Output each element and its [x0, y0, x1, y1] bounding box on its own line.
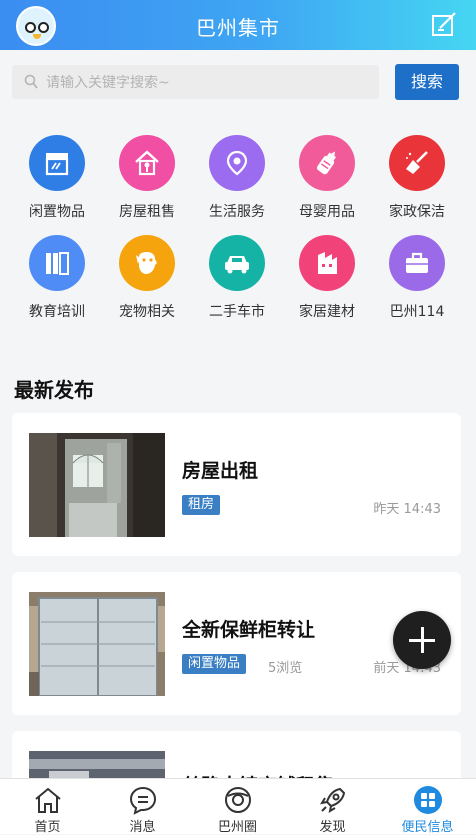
listing-title: 房屋出租	[182, 460, 259, 482]
page-title: 巴州集市	[196, 16, 280, 40]
category-icon-bg	[299, 235, 355, 291]
category-label: 宠物相关	[119, 304, 175, 320]
category-icon-bg	[209, 135, 265, 191]
listing-tag: 租房	[182, 495, 221, 515]
category-used-cars[interactable]: 二手车市	[192, 230, 282, 320]
category-label: 生活服务	[209, 204, 265, 220]
nav-item-home[interactable]: 首页	[0, 779, 95, 835]
compose-icon[interactable]	[430, 10, 458, 38]
category-label: 教育培训	[29, 304, 85, 320]
category-icon-bg	[299, 135, 355, 191]
latest-section-title: 最新发布	[14, 378, 94, 402]
category-icon-bg	[29, 135, 85, 191]
bottom-nav: 首页 消息 巴州圈 发现 便民信息	[0, 778, 476, 835]
nav-item-bazhou-circle[interactable]: 巴州圈	[190, 779, 285, 835]
category-housing[interactable]: 房屋租售	[102, 130, 192, 220]
dog-icon	[136, 252, 157, 274]
listing-title: 全新保鲜柜转让	[182, 619, 316, 641]
listing-card[interactable]: 房屋出租 租房 昨天 14:43	[12, 413, 461, 556]
category-icon-bg	[29, 235, 85, 291]
search-icon	[24, 74, 38, 89]
building-materials-icon	[318, 252, 337, 274]
books-icon	[46, 252, 69, 275]
nav-label: 便民信息	[401, 820, 454, 835]
nav-label: 巴州圈	[217, 820, 257, 835]
circle-icon	[225, 787, 251, 813]
nav-label: 发现	[319, 820, 346, 835]
category-label: 母婴用品	[299, 204, 355, 220]
rocket-icon	[319, 787, 346, 814]
category-label: 二手车市	[209, 304, 265, 320]
nav-item-discover[interactable]: 发现	[285, 779, 380, 835]
category-home-materials[interactable]: 家居建材	[282, 230, 372, 320]
broom-icon	[406, 151, 428, 174]
category-bazhou-114[interactable]: 巴州114	[372, 230, 462, 320]
add-post-button[interactable]	[393, 611, 451, 669]
category-education[interactable]: 教育培训	[12, 230, 102, 320]
listing-time: 昨天 14:43	[373, 502, 441, 517]
category-housekeeping[interactable]: 家政保洁	[372, 130, 462, 220]
home-icon	[35, 787, 61, 813]
category-idle-goods[interactable]: 闲置物品	[12, 130, 102, 220]
category-icon-bg	[119, 235, 175, 291]
category-icon-bg	[389, 235, 445, 291]
briefcase-icon	[406, 252, 428, 273]
category-icon-bg	[389, 135, 445, 191]
search-button[interactable]: 搜索	[395, 64, 459, 100]
category-label: 家政保洁	[389, 204, 445, 220]
category-label: 闲置物品	[29, 204, 85, 220]
car-icon	[225, 256, 249, 274]
listing-thumbnail	[29, 433, 165, 537]
nav-label: 首页	[34, 820, 61, 835]
listing-thumbnail	[29, 592, 165, 696]
category-label: 房屋租售	[119, 204, 175, 220]
fridge-photo	[29, 592, 165, 696]
category-life-services[interactable]: 生活服务	[192, 130, 282, 220]
message-icon	[129, 786, 157, 815]
shop-icon	[45, 153, 69, 176]
room-photo	[29, 433, 165, 537]
house-icon	[135, 150, 159, 176]
nav-item-messages[interactable]: 消息	[95, 779, 190, 835]
baby-bottle-icon	[316, 151, 337, 175]
category-mother-baby[interactable]: 母婴用品	[282, 130, 372, 220]
category-label: 巴州114	[389, 304, 445, 320]
listing-views: 5浏览	[268, 661, 303, 676]
nav-item-convenience-info[interactable]: 便民信息	[380, 779, 475, 835]
search-bar[interactable]	[12, 65, 379, 101]
category-icon-bg	[209, 235, 265, 291]
search-input[interactable]	[44, 65, 368, 101]
listing-tag: 闲置物品	[182, 654, 247, 674]
location-pin-icon	[226, 150, 248, 176]
category-label: 家居建材	[299, 304, 355, 320]
category-icon-bg	[119, 135, 175, 191]
category-pets[interactable]: 宠物相关	[102, 230, 192, 320]
grid-icon	[414, 786, 442, 814]
nav-label: 消息	[129, 820, 156, 835]
app-header: 巴州集市	[0, 0, 476, 50]
